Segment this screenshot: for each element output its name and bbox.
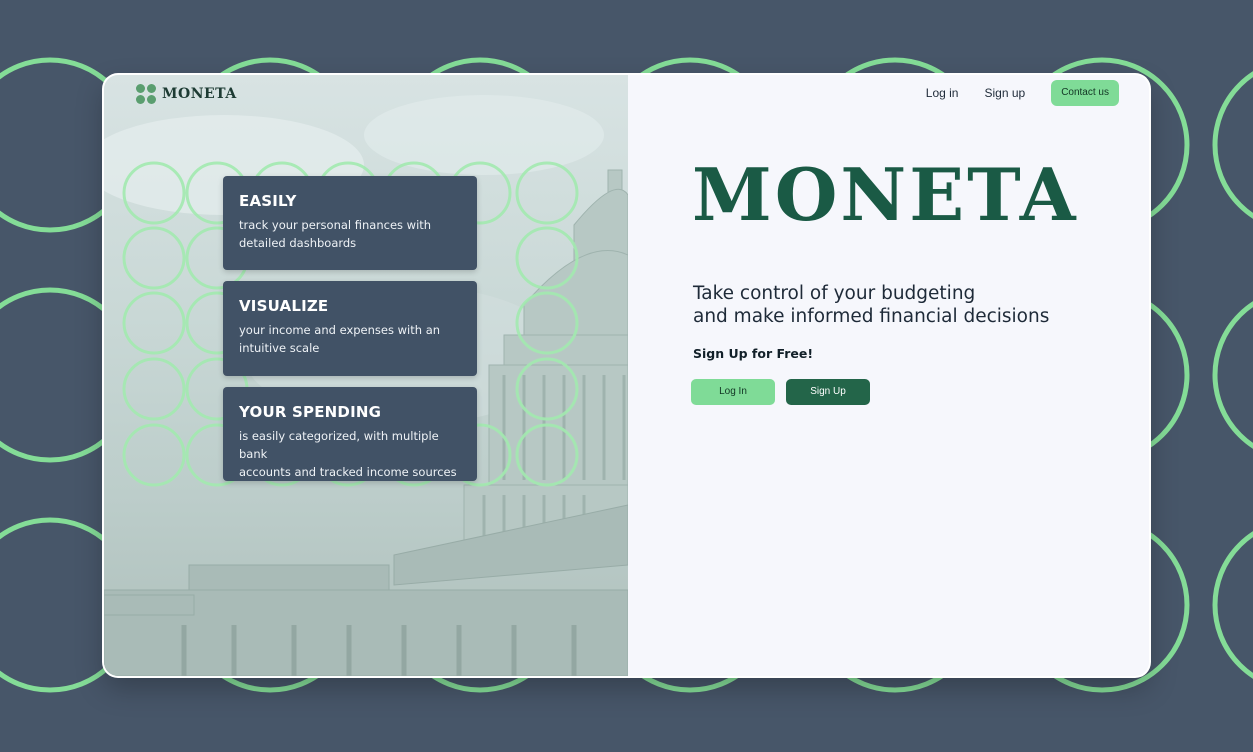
login-button[interactable]: Log In bbox=[691, 379, 775, 405]
feature-card-visualize: VISUALIZE your income and expenses with … bbox=[223, 281, 477, 376]
feature-card-line: detailed dashboards bbox=[239, 236, 357, 250]
hero-subtitle-line: Take control of your budgeting bbox=[693, 283, 976, 304]
top-nav: Log in Sign up Contact us bbox=[926, 80, 1119, 106]
hero-title: MONETA bbox=[692, 152, 1079, 237]
feature-card-line: is easily categorized, with multiple ban… bbox=[239, 429, 439, 461]
feature-card-title: YOUR SPENDING bbox=[239, 403, 382, 421]
contact-us-button[interactable]: Contact us bbox=[1051, 80, 1119, 106]
feature-card-title: VISUALIZE bbox=[239, 297, 329, 315]
signup-free-label: Sign Up for Free! bbox=[693, 346, 814, 361]
nav-signup-link[interactable]: Sign up bbox=[984, 86, 1025, 100]
main-window: MONETA Log in Sign up Contact us EASILY … bbox=[104, 75, 1149, 676]
feature-card-line: your income and expenses with an bbox=[239, 323, 441, 337]
nav-login-link[interactable]: Log in bbox=[926, 86, 959, 100]
logo-icon bbox=[136, 84, 156, 104]
signup-button[interactable]: Sign Up bbox=[786, 379, 870, 405]
hero-subtitle-line: and make informed financial decisions bbox=[693, 306, 1050, 327]
feature-card-line: track your personal finances with bbox=[239, 218, 432, 232]
feature-card-title: EASILY bbox=[239, 192, 297, 210]
hero-subtitle: Take control of your budgeting and make … bbox=[693, 282, 1049, 328]
moneta-logo[interactable]: MONETA bbox=[136, 84, 237, 104]
feature-card-line: intuitive scale bbox=[239, 341, 320, 355]
feature-card-line: accounts and tracked income sources bbox=[239, 465, 457, 479]
feature-card-spending: YOUR SPENDING is easily categorized, wit… bbox=[223, 387, 477, 481]
logo-text: MONETA bbox=[162, 86, 237, 102]
feature-card-easily: EASILY track your personal finances with… bbox=[223, 176, 477, 270]
